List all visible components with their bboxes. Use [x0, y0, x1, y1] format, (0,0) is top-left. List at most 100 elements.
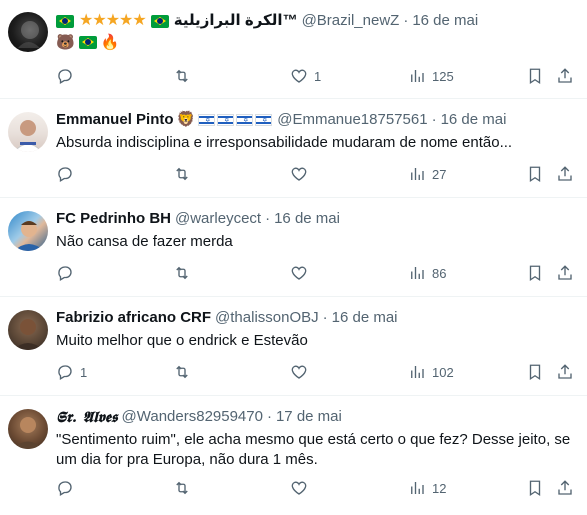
display-name[interactable]: الكرة البرازيلية™ — [174, 11, 298, 31]
reply-body: FC Pedrinho BH @warleycect · 16 de mai N… — [56, 208, 575, 252]
reply-body: Fabrizio africano CRF @thalissonOBJ · 16… — [56, 307, 575, 351]
brazil-flag-icon — [56, 14, 74, 28]
reply-icon — [58, 365, 72, 380]
reply-body: ★★★★★ الكرة البرازيلية™ @Brazil_newZ · 1… — [56, 10, 575, 51]
reply-button[interactable] — [56, 479, 80, 497]
bookmark-button[interactable] — [526, 165, 544, 183]
views-button[interactable]: 86 — [408, 264, 446, 282]
like-button[interactable] — [290, 165, 314, 183]
reply-item[interactable]: Fabrizio africano CRF @thalissonOBJ · 16… — [0, 297, 587, 396]
like-button[interactable] — [290, 479, 314, 497]
reply-text: 🐻 🔥 — [56, 33, 575, 51]
share-button[interactable] — [556, 479, 574, 497]
separator-dot: · — [431, 111, 437, 128]
like-button[interactable] — [290, 264, 314, 282]
post-date[interactable]: 16 de mai — [332, 308, 398, 328]
separator-dot: · — [322, 309, 328, 326]
views-icon — [411, 366, 424, 378]
avatar[interactable] — [8, 310, 48, 350]
reply-header: 𝕾𝖗. 𝕬𝖑𝖛𝖊𝖘 @Wanders82959470 · 17 de mai — [56, 406, 575, 428]
heart-icon — [291, 365, 307, 379]
action-bar: 12 — [56, 478, 577, 498]
post-date[interactable]: 16 de mai — [274, 209, 340, 229]
fire-emoji: 🔥 — [100, 34, 120, 51]
user-handle[interactable]: @Brazil_newZ — [302, 11, 400, 31]
retweet-button[interactable] — [173, 479, 197, 497]
reply-text: Não cansa de fazer merda — [56, 233, 233, 250]
brazil-flag-icon — [150, 14, 169, 28]
action-bar: 86 — [56, 263, 577, 283]
reply-item[interactable]: 𝕾𝖗. 𝕬𝖑𝖛𝖊𝖘 @Wanders82959470 · 17 de mai "… — [0, 396, 587, 515]
bookmark-icon — [529, 480, 541, 497]
display-name[interactable]: 𝕾𝖗. 𝕬𝖑𝖛𝖊𝖘 — [56, 407, 118, 427]
like-button[interactable]: 1 — [290, 67, 321, 85]
reply-header: Fabrizio africano CRF @thalissonOBJ · 16… — [56, 307, 575, 329]
avatar[interactable] — [8, 211, 48, 251]
separator-dot: · — [266, 408, 272, 425]
views-icon — [411, 267, 424, 279]
avatar[interactable] — [8, 112, 48, 152]
heart-icon — [291, 481, 307, 495]
reply-button[interactable] — [56, 264, 80, 282]
israel-flag-icon: ✡ — [217, 114, 235, 126]
user-handle[interactable]: @Wanders82959470 — [122, 407, 263, 427]
retweet-button[interactable] — [173, 363, 197, 381]
share-button[interactable] — [556, 67, 574, 85]
views-button[interactable]: 27 — [408, 165, 446, 183]
bookmark-button[interactable] — [526, 363, 544, 381]
post-date[interactable]: 16 de mai — [441, 110, 507, 130]
heart-icon — [291, 69, 307, 83]
bookmark-button[interactable] — [526, 264, 544, 282]
retweet-button[interactable] — [173, 264, 197, 282]
share-button[interactable] — [556, 264, 574, 282]
action-bar: 1 125 — [56, 66, 577, 86]
action-bar: 1 102 — [56, 362, 577, 382]
views-button[interactable]: 12 — [408, 479, 446, 497]
user-handle[interactable]: @warleycect — [175, 209, 261, 229]
reply-header: FC Pedrinho BH @warleycect · 16 de mai — [56, 208, 575, 230]
share-icon — [558, 265, 572, 280]
reply-icon — [58, 167, 72, 182]
reply-body: Emmanuel Pinto 🦁 ✡ ✡ ✡ ✡ @Emmanue1875756… — [56, 109, 575, 153]
share-button[interactable] — [556, 165, 574, 183]
bookmark-icon — [529, 166, 541, 183]
israel-flag-icon: ✡ — [255, 114, 273, 126]
reply-item[interactable]: ★★★★★ الكرة البرازيلية™ @Brazil_newZ · 1… — [0, 0, 587, 99]
retweet-icon — [176, 481, 188, 495]
views-icon — [411, 168, 424, 180]
display-name[interactable]: Emmanuel Pinto — [56, 110, 174, 130]
share-button[interactable] — [556, 363, 574, 381]
bookmark-button[interactable] — [526, 67, 544, 85]
views-button[interactable]: 125 — [408, 67, 454, 85]
avatar[interactable] — [8, 409, 48, 449]
reply-text: "Sentimento ruim", ele acha mesmo que es… — [56, 431, 571, 468]
reply-icon — [58, 481, 72, 496]
reply-item[interactable]: FC Pedrinho BH @warleycect · 16 de mai N… — [0, 198, 587, 297]
like-button[interactable] — [290, 363, 314, 381]
separator-dot: · — [403, 12, 409, 29]
retweet-button[interactable] — [173, 165, 197, 183]
share-icon — [558, 364, 572, 379]
retweet-icon — [176, 266, 188, 280]
bookmark-icon — [529, 265, 541, 282]
display-name[interactable]: Fabrizio africano CRF — [56, 308, 211, 328]
retweet-icon — [176, 69, 188, 83]
bear-emoji: 🐻 — [56, 34, 75, 51]
post-date[interactable]: 16 de mai — [412, 11, 478, 31]
reply-item[interactable]: Emmanuel Pinto 🦁 ✡ ✡ ✡ ✡ @Emmanue1875756… — [0, 99, 587, 198]
views-button[interactable]: 102 — [408, 363, 454, 381]
reply-button[interactable]: 1 — [56, 363, 87, 381]
reply-button[interactable] — [56, 165, 80, 183]
reply-button[interactable] — [56, 67, 80, 85]
retweet-button[interactable] — [173, 67, 197, 85]
post-date[interactable]: 17 de mai — [276, 407, 342, 427]
user-handle[interactable]: @thalissonOBJ — [215, 308, 319, 328]
heart-icon — [291, 266, 307, 280]
retweet-icon — [176, 365, 188, 379]
separator-dot: · — [265, 210, 271, 227]
bookmark-button[interactable] — [526, 479, 544, 497]
avatar[interactable] — [8, 12, 48, 52]
user-handle[interactable]: @Emmanue18757561 — [277, 110, 427, 130]
reply-text: Absurda indisciplina e irresponsabilidad… — [56, 134, 513, 151]
display-name[interactable]: FC Pedrinho BH — [56, 209, 171, 229]
